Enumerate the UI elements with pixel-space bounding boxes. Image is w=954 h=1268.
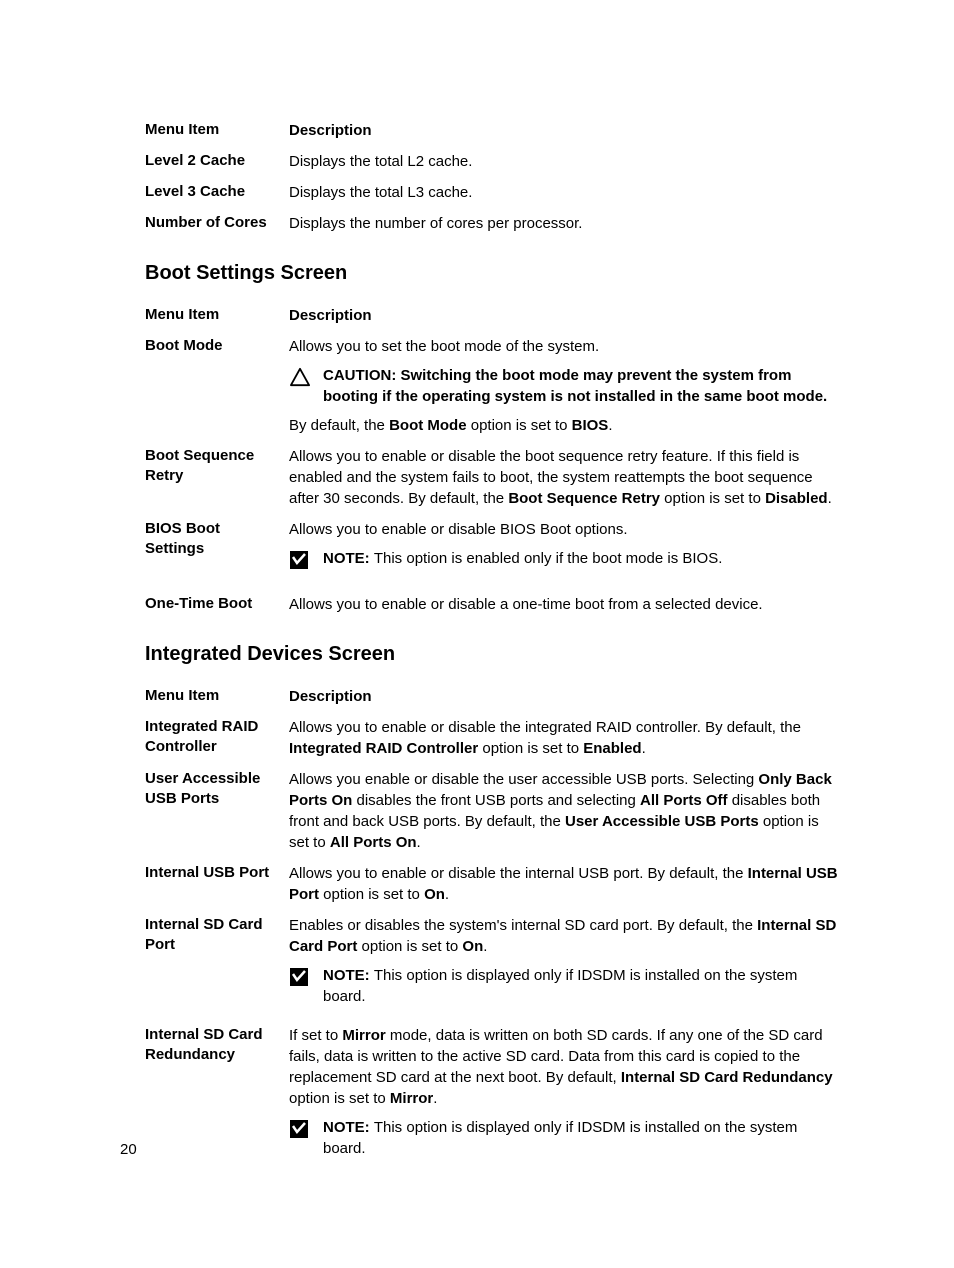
boot-settings-table: Menu Item Description Boot Mode Allows y… xyxy=(145,305,839,615)
menu-item-label: Internal SD Card Redundancy xyxy=(145,1025,289,1066)
menu-item-desc: Enables or disables the system's interna… xyxy=(289,915,839,1015)
note-callout: NOTE: This option is enabled only if the… xyxy=(289,548,839,576)
menu-item-label: Level 2 Cache xyxy=(145,151,289,171)
menu-item-label: Boot Sequence Retry xyxy=(145,446,289,487)
menu-item-label: BIOS Boot Settings xyxy=(145,519,289,560)
table-row: Boot Sequence Retry Allows you to enable… xyxy=(145,446,839,509)
desc-text: Allows you to enable or disable the inte… xyxy=(289,717,839,759)
col-header-description: Description xyxy=(289,686,839,707)
table-row: One-Time Boot Allows you to enable or di… xyxy=(145,594,839,615)
page-number: 20 xyxy=(120,1141,137,1158)
note-text: NOTE: This option is enabled only if the… xyxy=(323,548,839,569)
section-heading-boot-settings: Boot Settings Screen xyxy=(145,262,839,285)
table-header-row: Menu Item Description xyxy=(145,686,839,707)
menu-item-desc: If set to Mirror mode, data is written o… xyxy=(289,1025,839,1167)
note-icon xyxy=(289,548,323,576)
caution-text: CAUTION: Switching the boot mode may pre… xyxy=(323,365,839,407)
menu-item-desc: Allows you to enable or disable the boot… xyxy=(289,446,839,509)
desc-text: Allows you to set the boot mode of the s… xyxy=(289,336,839,357)
menu-item-label: One-Time Boot xyxy=(145,594,289,614)
table-row: BIOS Boot Settings Allows you to enable … xyxy=(145,519,839,584)
note-text: NOTE: This option is displayed only if I… xyxy=(323,965,839,1007)
desc-text: Allows you to enable or disable BIOS Boo… xyxy=(289,519,839,540)
caution-icon xyxy=(289,365,323,393)
note-icon xyxy=(289,965,323,993)
col-header-menu-item: Menu Item xyxy=(145,686,289,706)
menu-item-label: Boot Mode xyxy=(145,336,289,356)
col-header-menu-item: Menu Item xyxy=(145,305,289,325)
table-row: Internal USB Port Allows you to enable o… xyxy=(145,863,839,905)
desc-text: By default, the Boot Mode option is set … xyxy=(289,415,839,436)
menu-item-desc: Allows you to enable or disable the inte… xyxy=(289,863,839,905)
menu-item-label: Integrated RAID Controller xyxy=(145,717,289,758)
menu-item-desc: Allows you enable or disable the user ac… xyxy=(289,769,839,853)
note-callout: NOTE: This option is displayed only if I… xyxy=(289,1117,839,1159)
table-row: Level 3 Cache Displays the total L3 cach… xyxy=(145,182,839,203)
col-header-menu-item: Menu Item xyxy=(145,120,289,140)
table-header-row: Menu Item Description xyxy=(145,120,839,141)
table-row: Internal SD Card Redundancy If set to Mi… xyxy=(145,1025,839,1167)
note-text: NOTE: This option is displayed only if I… xyxy=(323,1117,839,1159)
desc-text: Allows you to enable or disable the inte… xyxy=(289,863,839,905)
table-row: User Accessible USB Ports Allows you ena… xyxy=(145,769,839,853)
table-row: Internal SD Card Port Enables or disable… xyxy=(145,915,839,1015)
desc-text: Allows you enable or disable the user ac… xyxy=(289,769,839,853)
processor-settings-table: Menu Item Description Level 2 Cache Disp… xyxy=(145,120,839,234)
menu-item-desc: Displays the total L3 cache. xyxy=(289,182,839,203)
table-row: Boot Mode Allows you to set the boot mod… xyxy=(145,336,839,436)
menu-item-label: Internal USB Port xyxy=(145,863,289,883)
menu-item-desc: Allows you to set the boot mode of the s… xyxy=(289,336,839,436)
menu-item-label: Internal SD Card Port xyxy=(145,915,289,956)
caution-callout: CAUTION: Switching the boot mode may pre… xyxy=(289,365,839,407)
table-header-row: Menu Item Description xyxy=(145,305,839,326)
col-header-description: Description xyxy=(289,120,839,141)
section-heading-integrated-devices: Integrated Devices Screen xyxy=(145,643,839,666)
menu-item-desc: Displays the number of cores per process… xyxy=(289,213,839,234)
menu-item-desc: Allows you to enable or disable the inte… xyxy=(289,717,839,759)
note-icon xyxy=(289,1117,323,1145)
desc-text: Allows you to enable or disable the boot… xyxy=(289,446,839,509)
desc-text: If set to Mirror mode, data is written o… xyxy=(289,1025,839,1109)
menu-item-desc: Allows you to enable or disable a one-ti… xyxy=(289,594,839,615)
table-row: Number of Cores Displays the number of c… xyxy=(145,213,839,234)
menu-item-desc: Allows you to enable or disable BIOS Boo… xyxy=(289,519,839,584)
menu-item-label: Level 3 Cache xyxy=(145,182,289,202)
table-row: Level 2 Cache Displays the total L2 cach… xyxy=(145,151,839,172)
menu-item-label: Number of Cores xyxy=(145,213,289,233)
note-callout: NOTE: This option is displayed only if I… xyxy=(289,965,839,1007)
table-row: Integrated RAID Controller Allows you to… xyxy=(145,717,839,759)
col-header-description: Description xyxy=(289,305,839,326)
desc-text: Enables or disables the system's interna… xyxy=(289,915,839,957)
menu-item-label: User Accessible USB Ports xyxy=(145,769,289,810)
integrated-devices-table: Menu Item Description Integrated RAID Co… xyxy=(145,686,839,1167)
menu-item-desc: Displays the total L2 cache. xyxy=(289,151,839,172)
